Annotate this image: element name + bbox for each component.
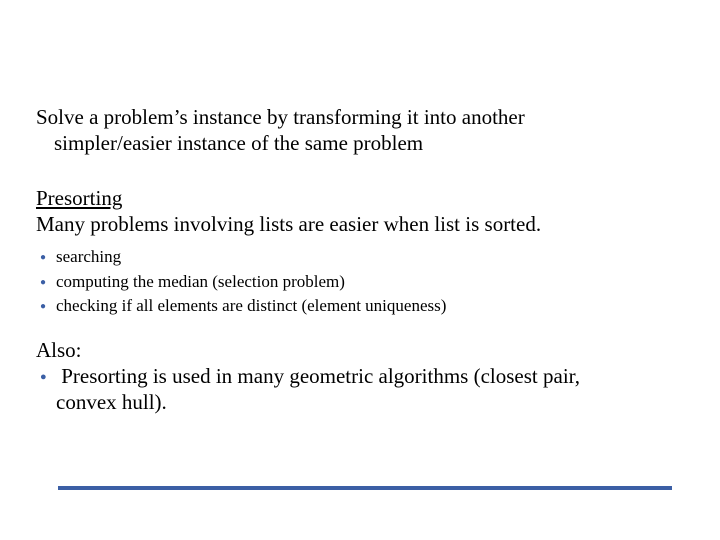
big-bullet-list: Presorting is used in many geometric alg… [36, 363, 684, 416]
also-label: Also: [36, 337, 684, 363]
section-heading: Presorting [36, 185, 684, 211]
slide: Solve a problem’s instance by transformi… [0, 0, 720, 540]
big-bullet-line-2: convex hull). [56, 389, 684, 415]
big-bullet-line-1: Presorting is used in many geometric alg… [61, 364, 580, 388]
list-item: computing the median (selection problem) [56, 270, 684, 295]
list-item: Presorting is used in many geometric alg… [56, 363, 684, 416]
intro-line-1: Solve a problem’s instance by transformi… [36, 105, 525, 129]
intro-paragraph: Solve a problem’s instance by transformi… [36, 104, 684, 157]
small-bullet-list: searching computing the median (selectio… [36, 245, 684, 319]
list-item: searching [56, 245, 684, 270]
list-item: checking if all elements are distinct (e… [56, 294, 684, 319]
intro-line-2: simpler/easier instance of the same prob… [36, 130, 684, 156]
section-lead: Many problems involving lists are easier… [36, 211, 684, 237]
footer-rule [58, 486, 672, 490]
